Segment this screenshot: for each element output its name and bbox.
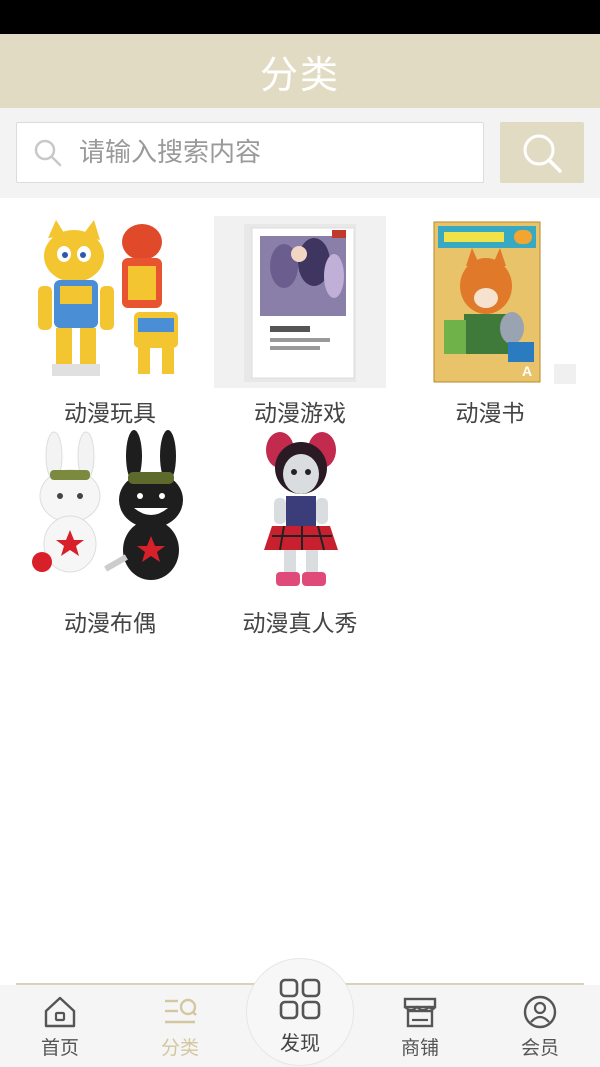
tab-shop[interactable]: 商铺 [360, 985, 480, 1067]
tab-category[interactable]: 分类 [120, 985, 240, 1067]
toy-robot-image [24, 216, 196, 388]
search-area [0, 108, 600, 198]
search-icon [34, 139, 62, 166]
category-label: 动漫玩具 [64, 401, 156, 427]
category-label: 动漫布偶 [64, 611, 156, 637]
tab-home[interactable]: 首页 [0, 985, 120, 1067]
user-icon [523, 995, 557, 1029]
tab-home-label: 首页 [40, 1037, 79, 1059]
search-box[interactable] [16, 122, 484, 183]
category-item-cosplay[interactable]: 动漫真人秀 [210, 426, 390, 638]
tab-discover[interactable]: 发现 [246, 958, 354, 1066]
doll-image [214, 426, 386, 598]
game-box-image [214, 216, 386, 388]
shop-icon [403, 997, 437, 1028]
category-label: 动漫书 [455, 401, 525, 427]
page-title: 分类 [259, 52, 340, 97]
plush-rabbit-image [24, 426, 196, 598]
home-icon [44, 996, 76, 1028]
tab-member-label: 会员 [520, 1037, 559, 1059]
comic-book-image: A [404, 216, 576, 388]
tab-category-label: 分类 [160, 1037, 199, 1059]
status-bar [0, 0, 600, 34]
tab-discover-label: 发现 [280, 1031, 320, 1055]
tab-shop-label: 商铺 [400, 1037, 439, 1059]
search-icon [523, 134, 562, 173]
category-label: 动漫游戏 [254, 401, 346, 427]
tab-member[interactable]: 会员 [480, 985, 600, 1067]
category-item-toys[interactable]: 动漫玩具 [20, 216, 200, 428]
category-icon [165, 998, 197, 1024]
category-label: 动漫真人秀 [242, 611, 358, 637]
svg-text:A: A [522, 363, 532, 379]
category-item-games[interactable]: 动漫游戏 [210, 216, 390, 428]
page-header: 分类 [0, 34, 600, 108]
category-item-plush[interactable]: 动漫布偶 [20, 426, 200, 638]
category-item-books[interactable]: A 动漫书 [400, 216, 580, 428]
search-button[interactable] [500, 122, 584, 183]
search-input[interactable] [79, 137, 459, 168]
grid-icon [279, 978, 321, 1020]
